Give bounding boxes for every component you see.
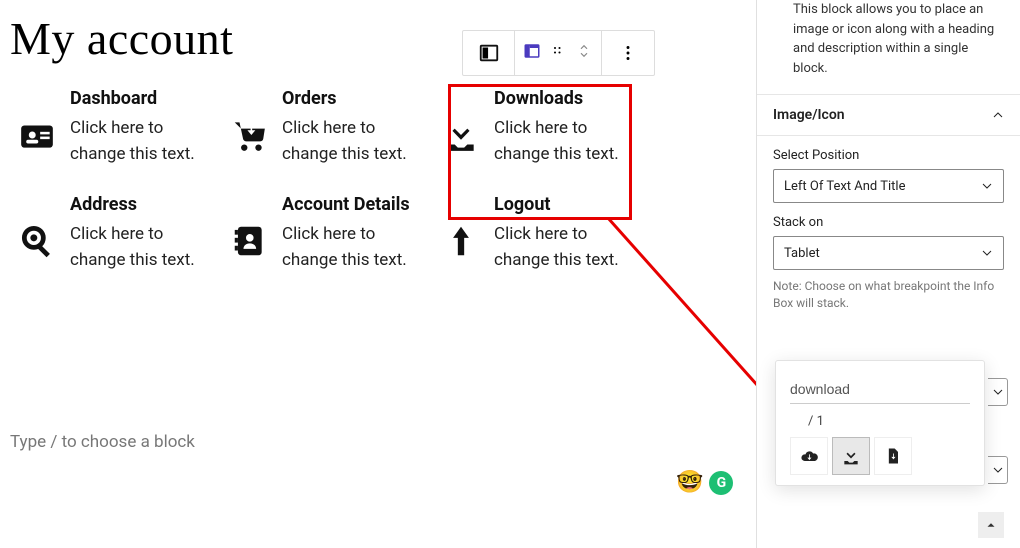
- icon-option-file-download[interactable]: [874, 437, 912, 475]
- stack-note: Note: Choose on what breakpoint the Info…: [757, 270, 1020, 324]
- hidden-select-1[interactable]: [988, 378, 1008, 406]
- panel-image-icon[interactable]: Image/Icon: [757, 94, 1020, 136]
- stack-label: Stack on: [773, 215, 1004, 230]
- icon-option-download[interactable]: [832, 437, 870, 475]
- icon-result-count: / 1: [808, 414, 970, 429]
- icon-search-input[interactable]: [790, 375, 970, 404]
- chevron-up-icon: [992, 109, 1004, 121]
- info-box-desc: Click here to change this text.: [70, 221, 220, 274]
- more-options-button[interactable]: [602, 31, 654, 75]
- cart-down-icon: [228, 114, 270, 156]
- chevron-down-icon: [981, 247, 993, 259]
- block-placeholder[interactable]: Type / to choose a block: [10, 432, 195, 452]
- toolbar-group: [515, 31, 602, 75]
- info-box-downloads[interactable]: Downloads Click here to change this text…: [440, 88, 644, 168]
- columns-button[interactable]: [463, 31, 515, 75]
- map-pin-search-icon: [16, 220, 58, 262]
- hidden-select-2[interactable]: [988, 456, 1008, 484]
- position-select[interactable]: Left Of Text And Title: [773, 169, 1004, 203]
- chevron-down-icon: [981, 180, 993, 192]
- info-box-logout[interactable]: Logout Click here to change this text.: [440, 194, 644, 274]
- download-icon: [440, 114, 482, 156]
- icon-picker-popover: / 1: [775, 360, 985, 486]
- info-box-grid: Dashboard Click here to change this text…: [16, 88, 644, 273]
- address-book-icon: [228, 220, 270, 262]
- stack-value: Tablet: [784, 246, 820, 261]
- icon-option-cloud-download[interactable]: [790, 437, 828, 475]
- info-box-title: Dashboard: [70, 88, 220, 109]
- info-box-title: Downloads: [494, 88, 644, 109]
- position-label: Select Position: [773, 148, 1004, 163]
- info-box-title: Address: [70, 194, 220, 215]
- info-box-title: Logout: [494, 194, 644, 215]
- stack-select[interactable]: Tablet: [773, 236, 1004, 270]
- id-card-icon: [16, 114, 58, 156]
- caret-up-button[interactable]: [978, 512, 1004, 538]
- move-updown-icon[interactable]: [575, 42, 593, 64]
- emoji-nerd-icon[interactable]: 🤓: [676, 470, 703, 495]
- info-box-address[interactable]: Address Click here to change this text.: [16, 194, 220, 274]
- block-description: This block allows you to place an image …: [757, 0, 1020, 94]
- arrow-up-icon: [440, 220, 482, 262]
- info-box-desc: Click here to change this text.: [494, 115, 644, 168]
- info-box-desc: Click here to change this text.: [282, 221, 432, 274]
- info-box-title: Account Details: [282, 194, 432, 215]
- info-box-dashboard[interactable]: Dashboard Click here to change this text…: [16, 88, 220, 168]
- info-box-title: Orders: [282, 88, 432, 109]
- drag-handle-icon[interactable]: [549, 42, 567, 64]
- info-box-account-details[interactable]: Account Details Click here to change thi…: [228, 194, 432, 274]
- grammarly-icon[interactable]: G: [709, 471, 733, 495]
- block-toolbar: [462, 30, 655, 76]
- info-box-orders[interactable]: Orders Click here to change this text.: [228, 88, 432, 168]
- info-box-desc: Click here to change this text.: [70, 115, 220, 168]
- info-box-desc: Click here to change this text.: [282, 115, 432, 168]
- position-value: Left Of Text And Title: [784, 179, 905, 194]
- layout-icon[interactable]: [523, 42, 541, 64]
- panel-title: Image/Icon: [773, 107, 845, 123]
- info-box-desc: Click here to change this text.: [494, 221, 644, 274]
